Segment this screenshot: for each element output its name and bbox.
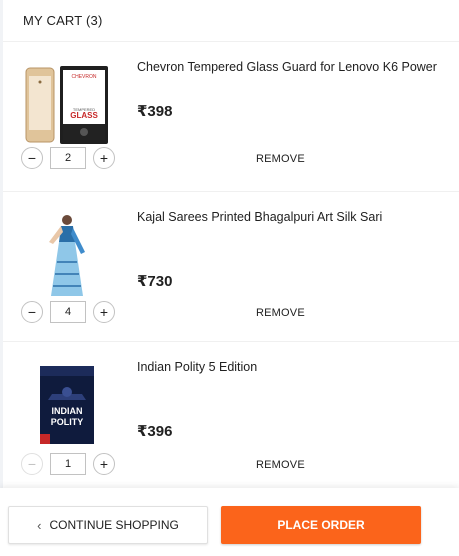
cart-header: MY CART (3) — [3, 0, 459, 42]
cart-item: INDIAN POLITY Indian Polity 5 Edition ₹3… — [3, 342, 459, 488]
book-title-line2: POLITY — [51, 417, 84, 427]
cart-item: Kajal Sarees Printed Bhagalpuri Art Silk… — [3, 192, 459, 342]
saree-model-product-image[interactable] — [21, 206, 113, 304]
item-price: ₹396 — [137, 423, 173, 440]
increment-button[interactable]: + — [93, 453, 115, 475]
quantity-stepper: − 4 + — [21, 301, 115, 323]
decrement-button[interactable]: − — [21, 453, 43, 475]
book-cover-product-image[interactable]: INDIAN POLITY — [21, 356, 113, 454]
book-title-line1: INDIAN — [52, 406, 83, 416]
quantity-stepper: − 2 + — [21, 147, 115, 169]
cart-footer: ‹ CONTINUE SHOPPING PLACE ORDER — [0, 488, 459, 556]
item-title[interactable]: Chevron Tempered Glass Guard for Lenovo … — [137, 58, 449, 76]
chevron-left-icon: ‹ — [37, 517, 42, 533]
continue-shopping-label: CONTINUE SHOPPING — [49, 518, 179, 532]
product-tagline-text: TEMPERED — [73, 107, 95, 112]
phone-screen-guard-product-image[interactable]: CHEVRON GLASS TEMPERED — [21, 56, 113, 154]
remove-button[interactable]: REMOVE — [256, 153, 305, 165]
decrement-button[interactable]: − — [21, 147, 43, 169]
quantity-input[interactable]: 2 — [50, 147, 86, 169]
item-title[interactable]: Indian Polity 5 Edition — [137, 358, 449, 376]
product-glass-text: GLASS — [70, 111, 98, 120]
quantity-input[interactable]: 1 — [50, 453, 86, 475]
increment-button[interactable]: + — [93, 301, 115, 323]
remove-button[interactable]: REMOVE — [256, 307, 305, 319]
cart-panel: MY CART (3) CHEVRON GLASS TEMPERED Chevr… — [3, 0, 459, 488]
quantity-stepper: − 1 + — [21, 453, 115, 475]
item-title[interactable]: Kajal Sarees Printed Bhagalpuri Art Silk… — [137, 208, 449, 226]
place-order-button[interactable]: PLACE ORDER — [221, 506, 421, 544]
quantity-input[interactable]: 4 — [50, 301, 86, 323]
item-price: ₹730 — [137, 273, 173, 290]
continue-shopping-button[interactable]: ‹ CONTINUE SHOPPING — [8, 506, 208, 544]
remove-button[interactable]: REMOVE — [256, 459, 305, 471]
decrement-button[interactable]: − — [21, 301, 43, 323]
place-order-label: PLACE ORDER — [277, 518, 365, 532]
item-price: ₹398 — [137, 103, 173, 120]
product-brand-text: CHEVRON — [71, 74, 96, 80]
increment-button[interactable]: + — [93, 147, 115, 169]
cart-item: CHEVRON GLASS TEMPERED Chevron Tempered … — [3, 42, 459, 192]
